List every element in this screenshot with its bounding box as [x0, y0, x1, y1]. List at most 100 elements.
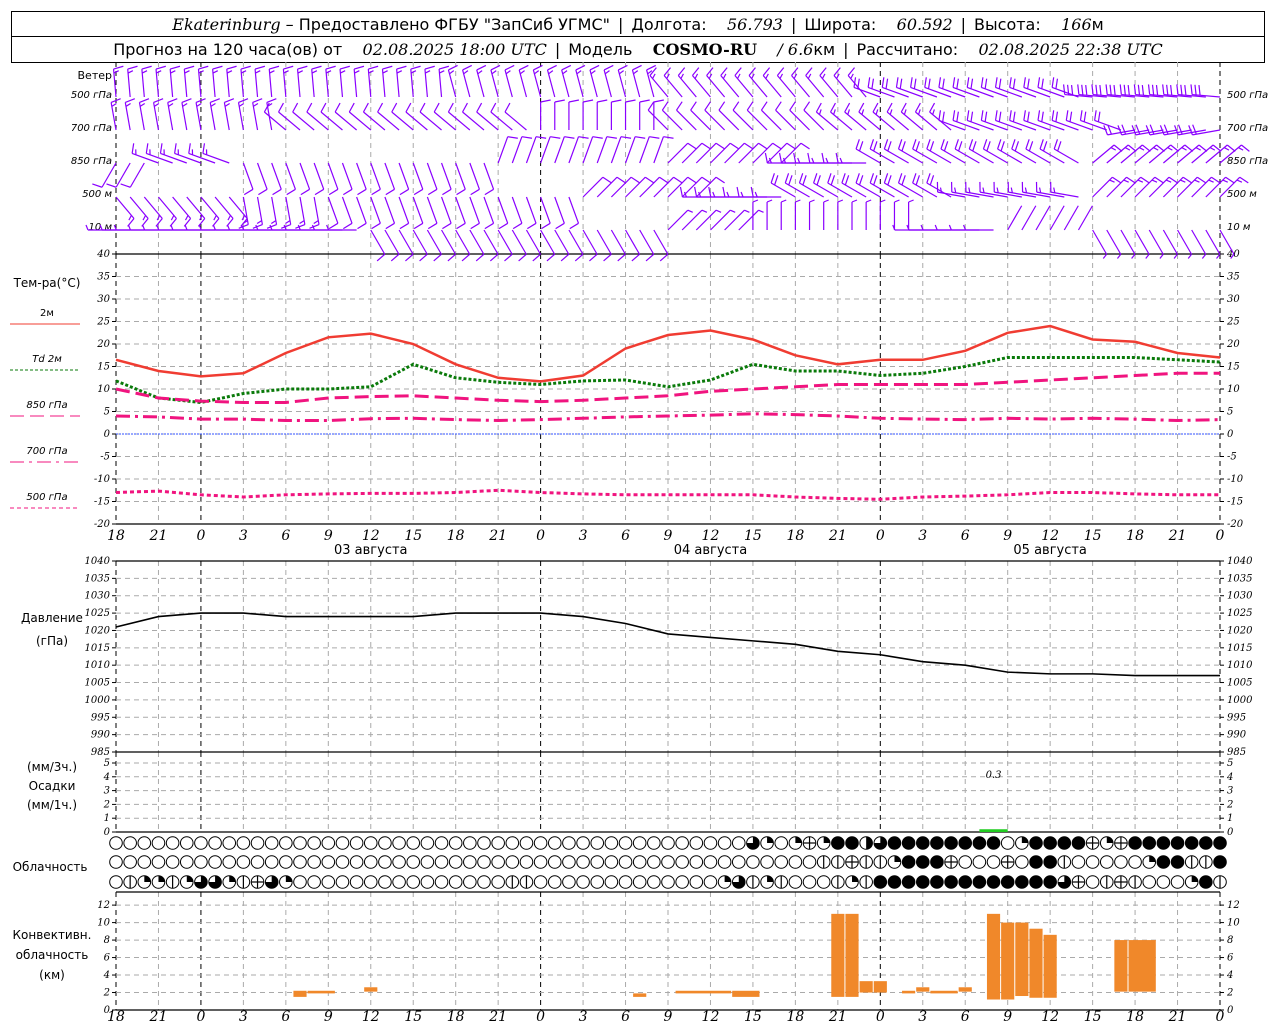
- wind-barb-feather: [1166, 84, 1169, 95]
- wind-barb: [938, 110, 966, 131]
- convective-bar: [986, 913, 1001, 1000]
- wind-barb-shaft: [540, 229, 556, 255]
- date-label: 03 августа: [334, 543, 408, 558]
- wind-level-label: 10 м: [89, 222, 113, 233]
- wind-barb-shaft: [1063, 205, 1079, 231]
- cloud-circle: [491, 855, 505, 869]
- wind-barb-feather: [997, 139, 1002, 150]
- wind-barb-feather: [371, 222, 381, 230]
- wind-barb-feather: [616, 176, 626, 184]
- cloud-circle: [165, 855, 180, 869]
- y-tick-label: 25: [96, 317, 110, 328]
- wind-barb: [639, 99, 650, 130]
- convective-bar: [675, 990, 732, 994]
- cloud-symbol: [293, 875, 307, 889]
- y-tick-label: 4: [1226, 772, 1233, 783]
- wind-barb-shaft: [115, 162, 131, 188]
- wind-barb-shaft: [455, 196, 466, 224]
- wind-barb-feather: [286, 188, 296, 196]
- cloud-circle: [151, 855, 166, 869]
- cloud-symbol: [873, 875, 888, 889]
- wind-barb-feather: [167, 98, 178, 103]
- wind-barb-feather: [954, 187, 957, 193]
- wind-barb-shaft: [1092, 229, 1108, 255]
- y-tick-label: -5: [1227, 452, 1237, 463]
- wind-barb: [1063, 205, 1079, 231]
- wind-level-label: 850 гПа: [1227, 156, 1268, 167]
- cloud-circle: [746, 855, 760, 869]
- wind-barb-feather: [781, 199, 787, 203]
- wind-barb-feather: [889, 109, 893, 115]
- wind-barb-feather: [1137, 179, 1144, 183]
- wind-barb-shaft: [677, 75, 697, 98]
- wind-barb-feather: [994, 110, 998, 121]
- wind-barb: [120, 162, 145, 188]
- wind-barb-feather: [853, 77, 857, 88]
- wind-barb-feather: [139, 98, 150, 103]
- wind-barb-feather: [861, 109, 865, 115]
- wind-barb-feather: [125, 103, 131, 107]
- wind-barb-feather: [676, 101, 683, 111]
- wind-barb-feather: [396, 65, 407, 70]
- hour-label: 21: [828, 1009, 847, 1024]
- wind-barb: [398, 229, 414, 262]
- wind-barb-feather: [546, 253, 556, 262]
- wind-barb-shaft: [596, 229, 612, 255]
- wind-barb-feather: [413, 222, 424, 230]
- cloud-circle: [293, 855, 307, 869]
- cloud-symbol: [675, 875, 689, 889]
- wind-barb: [181, 98, 192, 131]
- wind-barb-feather: [915, 175, 920, 186]
- y-tick-label: 35: [1227, 272, 1240, 283]
- wind-barb: [893, 199, 900, 230]
- wind-barb-feather: [618, 64, 628, 71]
- cloud-circle: [321, 836, 336, 850]
- wind-barb-feather: [917, 109, 921, 115]
- wind-barb: [370, 196, 381, 230]
- cloud-circle: [335, 875, 350, 889]
- cloud-symbol: [1170, 836, 1185, 850]
- wind-barb-feather: [875, 109, 879, 115]
- wind-barb-feather: [210, 103, 216, 107]
- wind-barb: [1035, 205, 1051, 231]
- wind-barb-shaft: [313, 162, 325, 190]
- wind-barb-feather: [865, 199, 872, 203]
- cloud-fill: [229, 875, 236, 882]
- cloud-symbol: [1085, 855, 1100, 869]
- wind-barb: [131, 143, 159, 164]
- wind-barb-shaft: [995, 86, 1023, 98]
- temp-legend-label: Td 2м: [32, 354, 62, 365]
- hour-label: 9: [324, 1009, 333, 1024]
- cloud-symbol: [661, 855, 675, 869]
- wind-barb: [424, 65, 435, 98]
- wind-barb-shaft: [625, 229, 641, 255]
- cloud-circle: [406, 836, 421, 850]
- cloud-circle: [788, 875, 803, 889]
- wind-barb-feather: [320, 102, 327, 113]
- cloud-symbol: [1015, 855, 1029, 869]
- wind-barb: [447, 64, 458, 98]
- wind-barb-feather: [504, 253, 513, 262]
- wind-barb: [158, 196, 177, 227]
- cloud-circle: [335, 855, 350, 869]
- wind-barb: [511, 196, 523, 230]
- wind-barb-feather: [611, 99, 622, 103]
- wind-barb-feather: [729, 142, 740, 150]
- cloud-symbol: [109, 836, 123, 850]
- wind-barb-shaft: [384, 229, 400, 255]
- cloud-symbol: [972, 836, 987, 850]
- wind-barb-shaft: [912, 148, 938, 164]
- cloud-symbol: [1199, 875, 1213, 889]
- wind-barb-feather: [1236, 179, 1243, 183]
- cloud-circle: [151, 836, 166, 850]
- wind-barb-feather: [1110, 147, 1117, 151]
- wind-barb: [582, 229, 598, 262]
- wind-barb-shaft: [639, 136, 650, 164]
- wind-barb: [384, 196, 396, 230]
- wind-barb: [296, 65, 308, 98]
- wind-barb-feather: [597, 99, 608, 103]
- wind-barb-shaft: [610, 136, 622, 164]
- cloud-symbol: [1114, 836, 1128, 850]
- wind-barb-shaft: [327, 196, 339, 224]
- wind-barb-shaft: [172, 196, 192, 219]
